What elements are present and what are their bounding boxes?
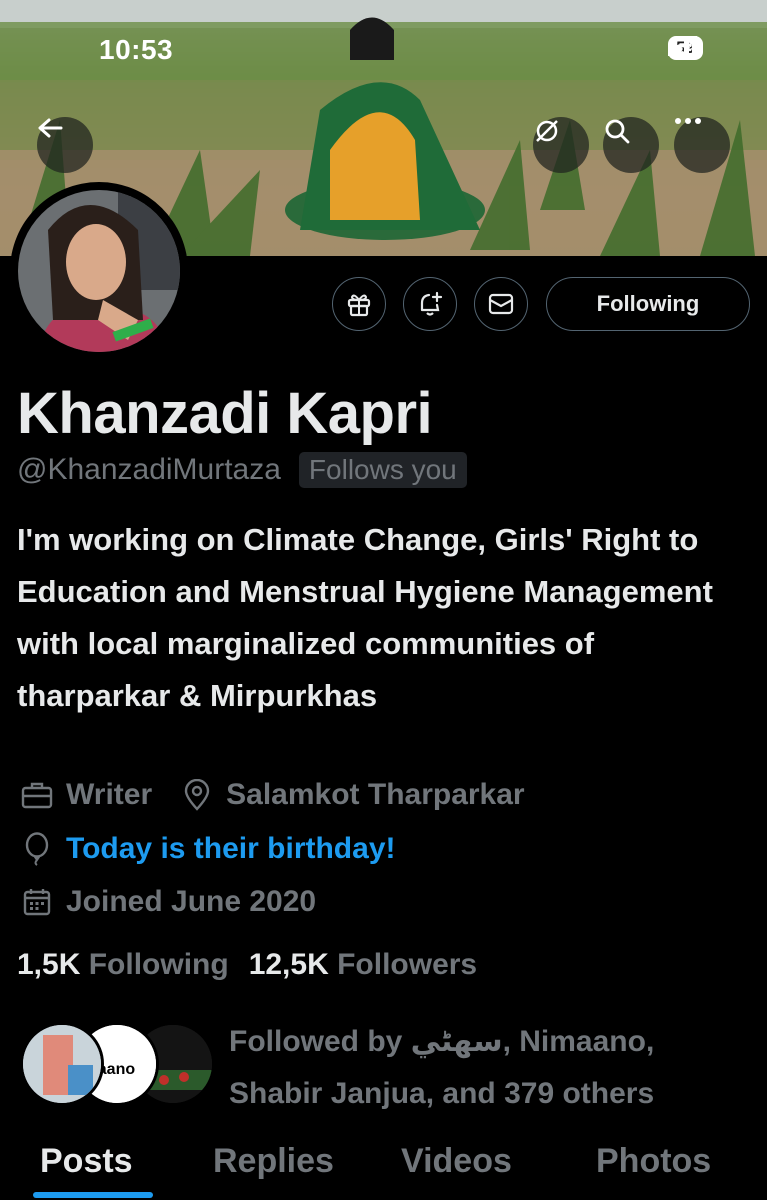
joined-text: Joined June 2020 — [66, 885, 317, 918]
followers-stat[interactable]: 12,5K Followers — [249, 948, 477, 982]
joined-row: Joined June 2020 — [20, 885, 316, 919]
tab-posts[interactable]: Posts — [40, 1142, 133, 1181]
following-button[interactable]: Following — [546, 277, 750, 331]
profile-tabs: Posts Replies Videos Photos — [0, 1138, 767, 1200]
location-pin-icon — [180, 778, 214, 812]
followers-label: Followers — [337, 948, 478, 981]
more-icon — [675, 118, 701, 124]
notifications-button[interactable] — [403, 277, 457, 331]
gift-button[interactable] — [332, 277, 386, 331]
handle-row: @KhanzadiMurtaza Follows you — [17, 452, 467, 488]
gift-icon — [347, 294, 371, 317]
followed-by-text[interactable]: Followed by سھڻي, Nimaano, Shabir Janjua… — [229, 1016, 749, 1120]
profile-avatar[interactable] — [10, 182, 188, 360]
wifi-icon — [668, 37, 696, 57]
envelope-icon — [488, 293, 514, 315]
birthday-row: Today is their birthday! — [20, 832, 396, 866]
profile-meta-row: Writer Salamkot Tharparkar — [20, 778, 525, 812]
briefcase-icon — [20, 778, 54, 812]
back-button[interactable] — [37, 117, 93, 173]
status-time: 10:53 — [99, 34, 174, 65]
balloon-icon — [20, 832, 54, 866]
user-handle: @KhanzadiMurtaza — [17, 453, 281, 486]
tab-photos[interactable]: Photos — [596, 1142, 711, 1181]
arrow-left-icon — [38, 118, 63, 138]
location-text: Salamkot Tharparkar — [226, 778, 525, 811]
search-icon — [605, 119, 630, 144]
avatar-image — [18, 190, 180, 352]
active-tab-indicator — [33, 1192, 153, 1198]
tab-replies[interactable]: Replies — [213, 1142, 334, 1181]
birthday-text: Today is their birthday! — [66, 832, 396, 865]
follow-stats: 1,5K Following 12,5K Followers — [17, 948, 477, 982]
followed-by-avatars[interactable]: naano — [20, 1022, 215, 1106]
no-notifications-icon — [536, 120, 558, 142]
follower-avatar — [20, 1022, 104, 1106]
following-stat[interactable]: 1,5K Following — [17, 948, 229, 982]
calendar-icon — [20, 885, 54, 919]
followers-count: 12,5K — [248, 948, 329, 981]
following-count: 1,5K — [17, 948, 81, 981]
profession-text: Writer — [66, 778, 153, 811]
following-label: Following — [88, 948, 229, 981]
display-name: Khanzadi Kapri — [17, 381, 433, 446]
status-icons: 59 — [668, 36, 703, 60]
profile-bio: I'm working on Climate Change, Girls' Ri… — [17, 522, 713, 713]
more-options-button[interactable] — [674, 117, 730, 173]
mute-notifications-button[interactable] — [533, 117, 589, 173]
bell-plus-icon — [420, 291, 443, 316]
follows-you-badge: Follows you — [298, 452, 467, 488]
tab-videos[interactable]: Videos — [401, 1142, 512, 1181]
message-button[interactable] — [474, 277, 528, 331]
search-button[interactable] — [603, 117, 659, 173]
